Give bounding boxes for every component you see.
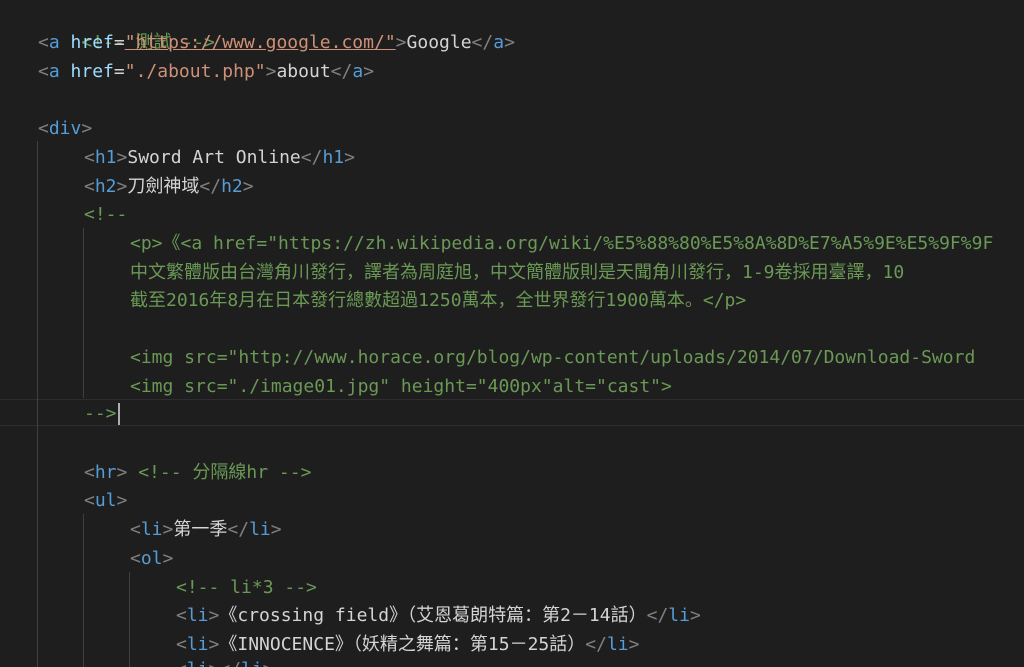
link-text: Google [406, 32, 472, 53]
html-comment: <!-- li*3 --> [176, 577, 317, 598]
code-line-5: <div> [38, 118, 93, 139]
text-cursor [117, 403, 120, 425]
code-line-8: <!-- [84, 200, 127, 229]
code-line-2: <a href="https://www.google.com/">Google… [38, 32, 515, 53]
list-item-text: 《INNOCENCE》（妖精之舞篇：第15－25話） [219, 634, 586, 655]
tag-name: a [48, 32, 60, 53]
code-line-14: <img src="./image01.jpg" height="400px"a… [130, 372, 672, 401]
code-line-13: <img src="http://www.horace.org/blog/wp-… [130, 343, 975, 372]
code-line-20: <ol> [130, 548, 174, 569]
indent-guide [83, 514, 84, 667]
tag-name: a [48, 61, 60, 82]
tag-name: div [48, 118, 82, 139]
code-line-3: <a href="./about.php">about</a> [38, 61, 375, 82]
attr-name: href [70, 32, 114, 53]
tag-name: ul [94, 490, 117, 511]
heading-text: Sword Art Online [127, 147, 301, 168]
commented-code: 截至2016年8月在日本發行總數超過1250萬本，全世界發行1900萬本。</p… [130, 290, 747, 311]
link-url[interactable]: "https://www.google.com/" [125, 32, 396, 53]
current-line-highlight [0, 399, 1024, 426]
list-item-text: 第一季 [173, 519, 228, 540]
code-editor[interactable]: <!-- 測試 --> <a href="https://www.google.… [0, 0, 1024, 667]
tag-name: h2 [94, 176, 117, 197]
indent-guide [129, 572, 130, 667]
code-line-15: --> [84, 399, 120, 428]
list-item-text: 《crossing field》（艾恩葛朗特篇：第2－14話） [219, 605, 647, 626]
commented-code: <img src="http://www.horace.org/blog/wp-… [130, 347, 976, 368]
html-comment: <!-- 分隔線hr --> [138, 462, 312, 483]
tag-name: h1 [94, 147, 117, 168]
tag-name: ol [140, 548, 163, 569]
tag-name: li [186, 634, 209, 655]
code-line-18: <ul> [84, 490, 128, 511]
code-line-24: <li></li> [176, 655, 274, 667]
heading-text: 刀劍神域 [127, 176, 200, 197]
commented-code: 中文繁體版由台灣角川發行，譯者為周庭旭，中文簡體版則是天聞角川發行，1-9卷採用… [130, 262, 905, 283]
tag-name: li [186, 605, 209, 626]
tag-name: li [187, 659, 209, 667]
commented-code: <img src="./image01.jpg" height="400px"a… [130, 376, 672, 397]
code-line-21: <!-- li*3 --> [176, 573, 317, 602]
code-line-1: <!-- 測試 --> [38, 0, 215, 53]
html-comment: --> [84, 403, 117, 424]
code-line-19: <li>第一季</li> [130, 519, 282, 540]
attr-value: "./about.php" [124, 61, 266, 82]
commented-code: <p>《<a href="https://zh.wikipedia.org/wi… [130, 233, 994, 254]
tag-name: li [140, 519, 163, 540]
code-line-7: <h2>刀劍神域</h2> [84, 176, 254, 197]
indent-guide [83, 228, 84, 398]
code-line-11: 截至2016年8月在日本發行總數超過1250萬本，全世界發行1900萬本。</p… [130, 286, 746, 315]
code-line-10: 中文繁體版由台灣角川發行，譯者為周庭旭，中文簡體版則是天聞角川發行，1-9卷採用… [130, 258, 904, 287]
code-line-9: <p>《<a href="https://zh.wikipedia.org/wi… [130, 229, 993, 258]
code-line-17: <hr> <!-- 分隔線hr --> [84, 462, 312, 483]
code-line-22: <li>《crossing field》（艾恩葛朗特篇：第2－14話）</li> [176, 605, 701, 626]
attr-name: href [70, 61, 114, 82]
indent-guide [37, 141, 38, 667]
tag-name: hr [94, 462, 117, 483]
link-text: about [276, 61, 331, 82]
code-line-6: <h1>Sword Art Online</h1> [84, 147, 355, 168]
html-comment: <!-- [84, 204, 128, 225]
